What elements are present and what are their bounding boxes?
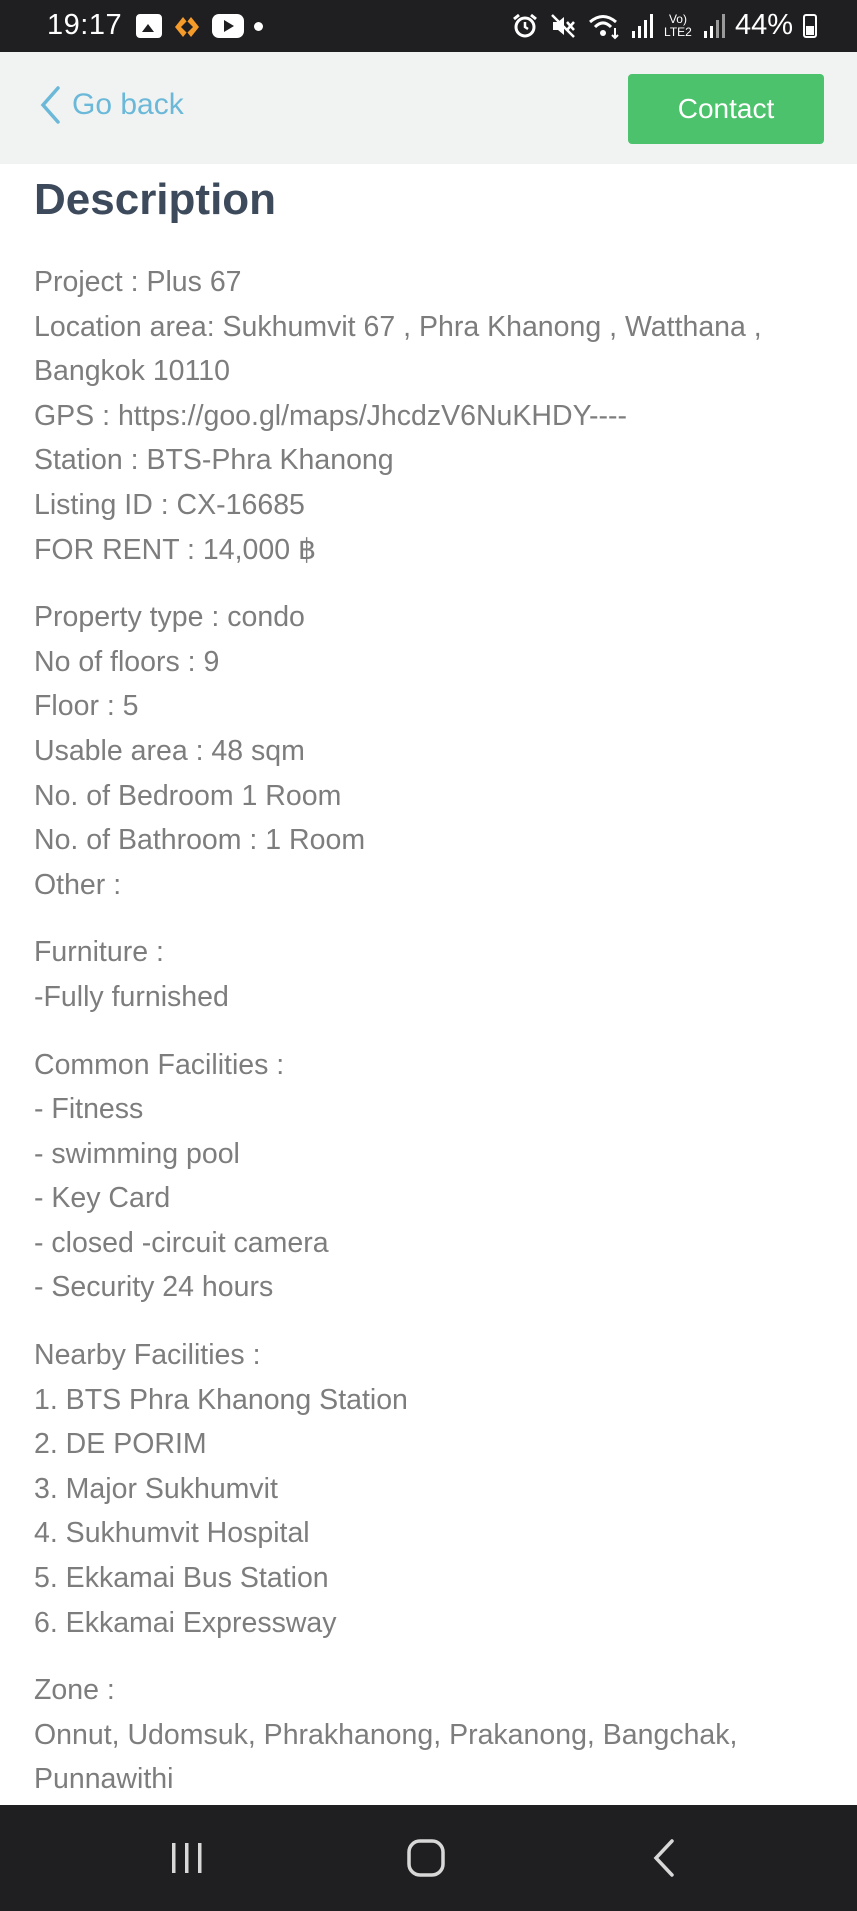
location-line: Location area: Sukhumvit 67 , Phra Khano… bbox=[34, 310, 762, 343]
nearby-item: 5. Ekkamai Bus Station bbox=[34, 1562, 329, 1595]
chevron-left-icon bbox=[40, 86, 60, 124]
nearby-item: 4. Sukhumvit Hospital bbox=[34, 1517, 310, 1550]
location-line-2: Bangkok 10110 bbox=[34, 355, 230, 388]
nearby-item: 1. BTS Phra Khanong Station bbox=[34, 1383, 408, 1416]
signal-icon-2 bbox=[703, 13, 725, 38]
zone-list-line: Onnut, Udomsuk, Phrakhanong, Prakanong, … bbox=[34, 1718, 738, 1751]
floor-line: Floor : 5 bbox=[34, 690, 139, 723]
facility-item: - Key Card bbox=[34, 1182, 171, 1215]
mute-icon bbox=[551, 13, 575, 38]
status-time: 19:17 bbox=[47, 9, 123, 41]
overview-block: Project : Plus 67 Location area: Sukhumv… bbox=[34, 260, 824, 572]
gps-line: GPS : https://goo.gl/maps/JhcdzV6NuKHDY-… bbox=[34, 399, 627, 432]
top-header: Go back Contact bbox=[0, 52, 857, 164]
home-icon[interactable] bbox=[396, 1833, 456, 1883]
furniture-heading: Furniture : bbox=[34, 936, 164, 969]
facility-item: - swimming pool bbox=[34, 1137, 240, 1170]
description-section: Description Project : Plus 67 Location a… bbox=[34, 164, 824, 1802]
listing-id-line: Listing ID : CX-16685 bbox=[34, 488, 305, 521]
common-facilities-heading: Common Facilities : bbox=[34, 1048, 285, 1081]
gallery-icon bbox=[136, 14, 162, 38]
back-icon[interactable] bbox=[636, 1833, 696, 1883]
facility-item: - Fitness bbox=[34, 1093, 144, 1126]
notification-icons bbox=[136, 13, 263, 39]
zone-heading: Zone : bbox=[34, 1674, 115, 1707]
system-nav-bar bbox=[0, 1805, 857, 1911]
alarm-icon bbox=[513, 13, 537, 37]
nearby-item: 3. Major Sukhumvit bbox=[34, 1472, 278, 1505]
zone-block: Zone : Onnut, Udomsuk, Phrakhanong, Prak… bbox=[34, 1668, 824, 1802]
property-type-line: Property type : condo bbox=[34, 601, 305, 634]
network-type-label: Vo) LTE2 bbox=[664, 11, 692, 39]
rent-price-line: FOR RENT : 14,000 ฿ bbox=[34, 533, 317, 566]
nearby-item: 2. DE PORIM bbox=[34, 1428, 207, 1461]
furniture-block: Furniture : -Fully furnished bbox=[34, 930, 824, 1019]
system-status-icons: Vo) LTE2 44% bbox=[511, 9, 817, 42]
nearby-item: 6. Ekkamai Expressway bbox=[34, 1606, 337, 1639]
go-back-link[interactable]: Go back bbox=[38, 85, 184, 125]
app-notification-icon bbox=[175, 17, 199, 37]
nearby-facilities-block: Nearby Facilities : 1. BTS Phra Khanong … bbox=[34, 1333, 824, 1645]
status-bar: 19:17 Vo) LTE2 44% bbox=[0, 0, 857, 52]
usable-area-line: Usable area : 48 sqm bbox=[34, 734, 305, 767]
common-facilities-block: Common Facilities : - Fitness - swimming… bbox=[34, 1043, 824, 1311]
wifi-icon bbox=[588, 14, 619, 39]
facility-item: - Security 24 hours bbox=[34, 1271, 274, 1304]
bathroom-line: No. of Bathroom : 1 Room bbox=[34, 824, 366, 857]
facility-item: - closed -circuit camera bbox=[34, 1226, 329, 1259]
station-line: Station : BTS-Phra Khanong bbox=[34, 444, 394, 477]
zone-list-line-2: Punnawithi bbox=[34, 1763, 174, 1796]
other-line: Other : bbox=[34, 868, 122, 901]
bedroom-line: No. of Bedroom 1 Room bbox=[34, 779, 342, 812]
battery-icon bbox=[803, 13, 817, 38]
notification-dot-icon bbox=[254, 21, 263, 31]
battery-percent: 44% bbox=[734, 9, 793, 41]
floors-line: No of floors : 9 bbox=[34, 645, 220, 678]
signal-icon bbox=[631, 13, 653, 38]
furniture-item: -Fully furnished bbox=[34, 980, 229, 1013]
nearby-facilities-heading: Nearby Facilities : bbox=[34, 1339, 261, 1372]
property-block: Property type : condo No of floors : 9 F… bbox=[34, 595, 824, 907]
description-title: Description bbox=[34, 175, 277, 224]
youtube-icon bbox=[212, 14, 244, 38]
project-line: Project : Plus 67 bbox=[34, 266, 242, 298]
go-back-label: Go back bbox=[72, 88, 184, 121]
recent-apps-icon[interactable] bbox=[157, 1833, 217, 1883]
contact-button[interactable]: Contact bbox=[628, 74, 824, 144]
